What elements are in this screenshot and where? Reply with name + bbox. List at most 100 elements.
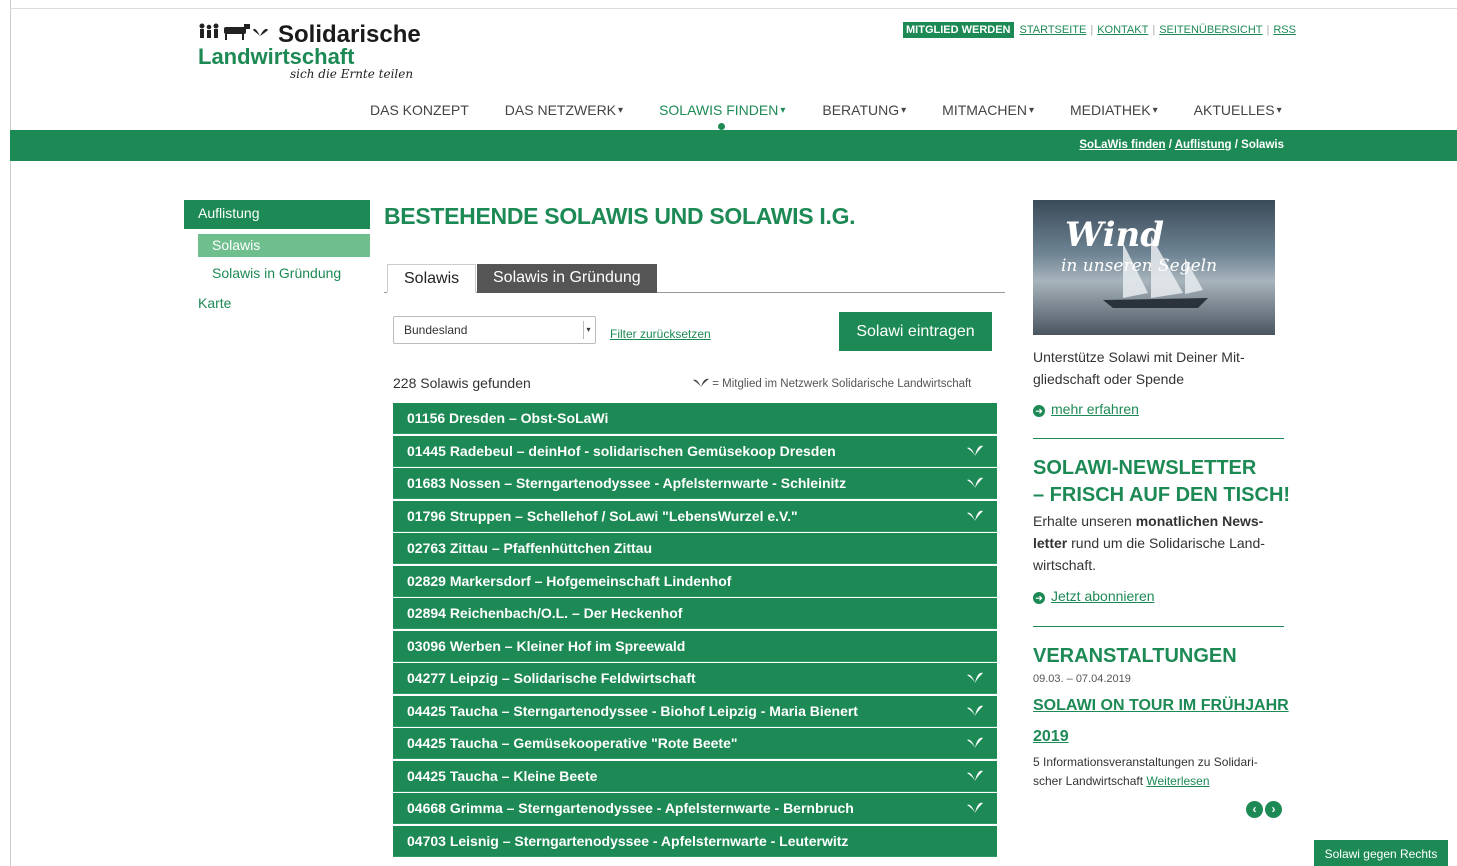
nav-solawis-finden[interactable]: SOLAWIS FINDEN ▾ [659,102,785,130]
arrow-right-circle-icon: ➜ [1033,592,1045,604]
event-date: 09.03. – 07.04.2019 [1033,673,1131,685]
list-item-label: 02894 Reichenbach/O.L. – Der Heckenhof [407,605,683,621]
solawi-list: 01156 Dresden – Obst-SoLaWi 01445 Radebeu… [393,403,997,858]
list-item-label: 04703 Leisnig – Sterngartenodyssee - Apf… [407,832,849,849]
nav-das-konzept[interactable]: DAS KONZEPT [370,102,469,118]
list-item[interactable]: 01156 Dresden – Obst-SoLaWi [393,403,997,434]
member-button[interactable]: MITGLIED WERDEN [903,22,1014,38]
breadcrumb-link-solawis-finden[interactable]: SoLaWis finden [1079,139,1165,151]
tab-solawis-in-gruendung[interactable]: Solawis in Gründung [477,264,657,293]
newsletter-text-e: wirtschaft. [1033,557,1097,573]
list-item-label: 01796 Struppen – Schellehof / SoLawi "Le… [407,507,798,524]
newsletter-heading: SOLAWI-NEWSLETTER – FRISCH AUF DEN TISCH… [1033,455,1290,509]
page-frame-top [10,8,1457,9]
promo-title: Wind [1065,215,1164,255]
more-link-label: mehr erfahren [1051,401,1139,417]
nav-beratung[interactable]: BERATUNG ▾ [822,102,906,118]
link-kontakt[interactable]: KONTAKT [1097,24,1148,36]
event-description: 5 Informationsveranstaltungen zu Solidar… [1033,753,1278,791]
list-item-label: 01445 Radebeul – deinHof - solidarischen… [407,442,836,459]
event-title-link[interactable]: SOLAWI ON TOUR IM FRÜHJAHR 2019 [1033,690,1293,752]
tab-bar: Solawis Solawis in Gründung [384,264,1005,293]
divider [1033,626,1284,627]
caret-down-icon: ▾ [1028,104,1034,116]
sidebar-item-auflistung[interactable]: Auflistung [184,200,370,229]
sidebar-item-solawis[interactable]: Solawis [198,234,370,257]
nav-das-netzwerk[interactable]: DAS NETZWERK ▾ [505,102,623,118]
nav-mitmachen[interactable]: MITMACHEN ▾ [942,102,1034,118]
list-item[interactable]: 02894 Reichenbach/O.L. – Der Heckenhof [393,598,997,629]
divider: | [1152,24,1156,36]
link-rss[interactable]: RSS [1273,24,1296,36]
logo-tagline: sich die Ernte teilen [290,67,414,81]
breadcrumb-separator: / [1231,139,1242,151]
promo-subtitle: in unseren Segeln [1061,256,1218,276]
nav-label: SOLAWIS FINDEN [659,102,779,118]
list-item-label: 03096 Werben – Kleiner Hof im Spreewald [407,637,686,654]
solawi-gegen-rechts-button[interactable]: Solawi gegen Rechts [1314,840,1448,866]
divider: | [1266,24,1270,36]
select-value: Bundesland [404,323,468,337]
list-item[interactable]: 02829 Markersdorf – Hofgemeinschaft Lind… [393,565,997,597]
support-text-line1: Unterstütze Solawi mit Deiner Mit- [1033,349,1245,365]
newsletter-heading-line1: SOLAWI-NEWSLETTER [1033,457,1257,479]
sidebar-item-solawis-in-gruendung[interactable]: Solawis in Gründung [212,265,341,281]
nav-label: DAS KONZEPT [370,102,469,118]
list-item[interactable]: 04425 Taucha – Kleine Beete [393,760,997,792]
breadcrumb-link-auflistung[interactable]: Auflistung [1175,139,1232,151]
seedling-icon [967,728,983,759]
seedling-icon [967,696,983,727]
add-solawi-button[interactable]: Solawi eintragen [839,312,992,351]
list-item[interactable]: 01683 Nossen – Sterngartenodyssee - Apfe… [393,468,997,499]
event-pager: ‹ › [1246,801,1282,818]
list-item[interactable]: 04703 Leisnig – Sterngartenodyssee - Apf… [393,825,997,857]
list-item[interactable]: 04425 Taucha – Sterngartenodyssee - Bioh… [393,695,997,727]
seedling-icon [967,663,983,694]
link-seitenuebersicht[interactable]: SEITENÜBERSICHT [1159,24,1262,36]
divider: | [1090,24,1094,36]
result-count-text: Solawis gefunden [416,375,531,391]
subscribe-link[interactable]: ➜ Jetzt abonnieren [1033,588,1155,604]
subscribe-link-label: Jetzt abonnieren [1051,588,1155,604]
seedling-icon [967,436,983,467]
list-item[interactable]: 03096 Werben – Kleiner Hof im Spreewald [393,630,997,662]
support-text: Unterstütze Solawi mit Deiner Mit- glied… [1033,346,1245,390]
list-item[interactable]: 04277 Leipzig – Solidarische Feldwirtsch… [393,663,997,694]
newsletter-text-a: Erhalte unseren [1033,513,1136,529]
page-title: BESTEHENDE SOLAWIS UND SOLAWIS I.G. [384,203,856,229]
sidebar-item-karte[interactable]: Karte [198,295,231,311]
list-item[interactable]: 04668 Grimma – Sterngartenodyssee - Apfe… [393,793,997,824]
bundesland-select[interactable]: Bundesland ▾ [393,316,596,344]
list-item[interactable]: 02763 Zittau – Pfaffenhüttchen Zittau [393,533,997,564]
link-startseite[interactable]: STARTSEITE [1020,24,1087,36]
more-link[interactable]: ➜ mehr erfahren [1033,401,1139,417]
active-indicator [718,123,726,130]
event-read-more-link[interactable]: Weiterlesen [1146,774,1209,788]
breadcrumb-current: Solawis [1241,139,1284,151]
nav-mediathek[interactable]: MEDIATHEK ▾ [1070,102,1158,118]
list-item-label: 04668 Grimma – Sterngartenodyssee - Apfe… [407,800,854,816]
list-item[interactable]: 01796 Struppen – Schellehof / SoLawi "Le… [393,500,997,532]
top-utility-links: MITGLIED WERDEN STARTSEITE | KONTAKT | S… [903,21,1296,39]
list-item-label: 02829 Markersdorf – Hofgemeinschaft Lind… [407,572,732,589]
promo-image[interactable]: Wind in unseren Segeln [1033,200,1275,335]
filter-reset-link[interactable]: Filter zurücksetzen [610,327,711,341]
site-logo[interactable]: Solidarische Landwirtschaft sich die Ern… [198,20,428,90]
tab-solawis[interactable]: Solawis [387,264,477,293]
seedling-icon [967,793,983,824]
newsletter-text: Erhalte unseren monatlichen News-letter … [1033,510,1283,576]
divider [1033,438,1284,439]
nav-label: MEDIATHEK [1069,102,1151,118]
arrow-left-circle-icon[interactable]: ‹ [1246,801,1263,818]
list-item[interactable]: 01445 Radebeul – deinHof - solidarischen… [393,435,997,467]
seedling-icon [967,761,983,792]
list-item-label: 04277 Leipzig – Solidarische Feldwirtsch… [407,670,696,686]
caret-down-icon: ▾ [618,104,624,116]
newsletter-text-b: monatlichen News- [1135,513,1264,529]
list-item-label: 01683 Nossen – Sterngartenodyssee - Apfe… [407,475,847,491]
breadcrumb-separator: / [1165,139,1175,151]
list-item[interactable]: 04425 Taucha – Gemüsekooperative "Rote B… [393,728,997,759]
nav-aktuelles[interactable]: AKTUELLES ▾ [1194,102,1282,118]
member-legend: = Mitglied im Netzwerk Solidarische Land… [693,377,971,390]
arrow-right-circle-icon[interactable]: › [1265,801,1282,818]
